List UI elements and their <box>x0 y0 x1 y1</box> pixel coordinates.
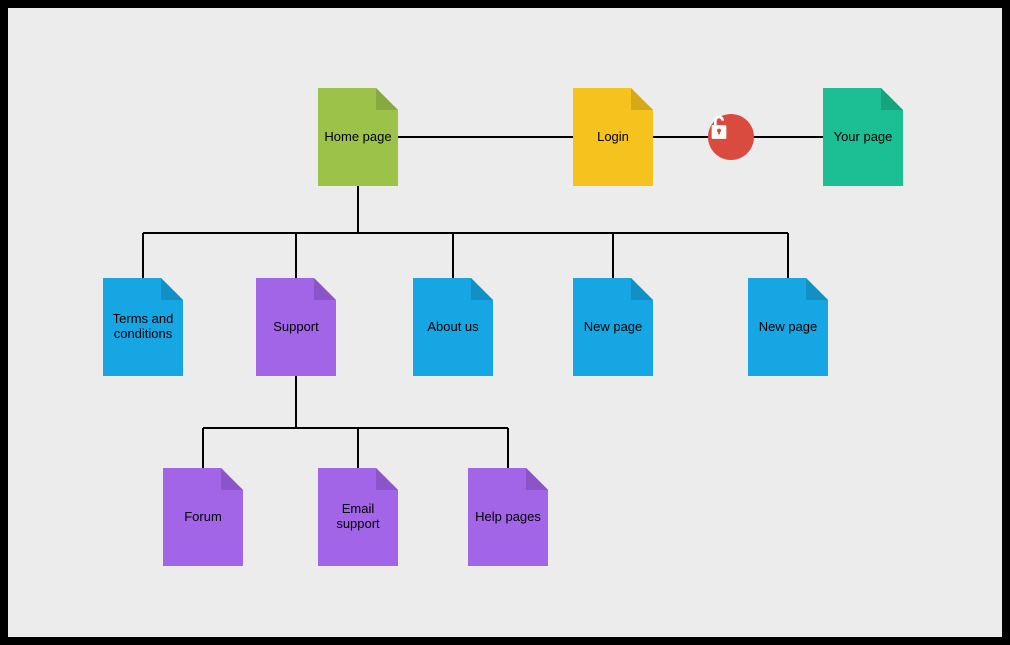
node-email-label: Email support <box>318 502 398 532</box>
node-your: Your page <box>823 88 903 186</box>
node-new1-label: New page <box>578 320 649 335</box>
node-support-label: Support <box>267 320 325 335</box>
node-support: Support <box>256 278 336 376</box>
node-terms: Terms and conditions <box>103 278 183 376</box>
node-new1: New page <box>573 278 653 376</box>
node-help-label: Help pages <box>469 510 547 525</box>
node-about: About us <box>413 278 493 376</box>
node-new2-label: New page <box>753 320 824 335</box>
node-help: Help pages <box>468 468 548 566</box>
node-terms-label: Terms and conditions <box>103 312 183 342</box>
node-forum: Forum <box>163 468 243 566</box>
node-home: Home page <box>318 88 398 186</box>
lock-icon <box>708 114 754 160</box>
node-login-label: Login <box>591 130 635 145</box>
unlock-icon <box>708 114 730 140</box>
node-login: Login <box>573 88 653 186</box>
diagram-frame: { "colors": { "green": "#9dc24a", "yello… <box>0 0 1010 645</box>
node-home-label: Home page <box>318 130 397 145</box>
node-email: Email support <box>318 468 398 566</box>
node-forum-label: Forum <box>178 510 228 525</box>
node-your-label: Your page <box>828 130 899 145</box>
node-new2: New page <box>748 278 828 376</box>
node-about-label: About us <box>421 320 484 335</box>
